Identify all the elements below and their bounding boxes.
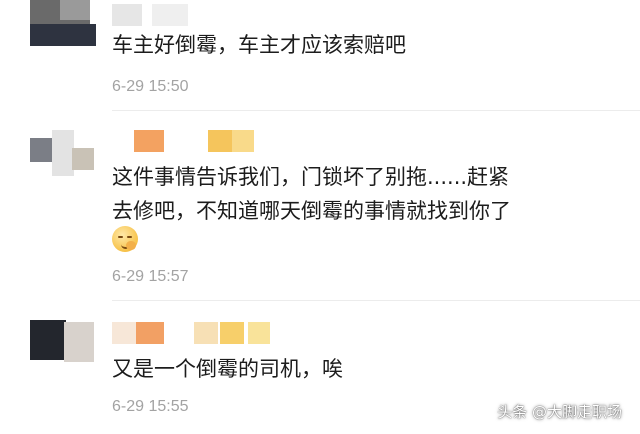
- comment-timestamp: 6-29 15:57: [112, 268, 189, 285]
- comment-item: 车主好倒霉，车主才应该索赔吧 6-29 15:50: [0, 0, 640, 112]
- avatar[interactable]: [30, 0, 96, 58]
- comment-timestamp: 6-29 15:55: [112, 398, 189, 415]
- watermark: 头条 @大脚走职场: [497, 403, 622, 421]
- comment-text: 车主好倒霉，车主才应该索赔吧: [112, 33, 406, 57]
- comment-timestamp: 6-29 15:50: [112, 78, 189, 95]
- username-blurred[interactable]: [112, 130, 262, 152]
- shush-face-icon: [112, 226, 138, 252]
- avatar[interactable]: [30, 320, 96, 378]
- avatar[interactable]: [30, 130, 96, 188]
- username-blurred[interactable]: [112, 322, 282, 344]
- divider: [112, 300, 640, 301]
- comment-text: 这件事情告诉我们，门锁坏了别拖......赶紧 去修吧，不知道哪天倒霉的事情就找…: [112, 165, 511, 223]
- comment-item: 这件事情告诉我们，门锁坏了别拖......赶紧 去修吧，不知道哪天倒霉的事情就找…: [0, 112, 640, 302]
- comment-text: 又是一个倒霉的司机，唉: [112, 357, 343, 381]
- divider: [112, 110, 640, 111]
- username-blurred[interactable]: [112, 4, 202, 26]
